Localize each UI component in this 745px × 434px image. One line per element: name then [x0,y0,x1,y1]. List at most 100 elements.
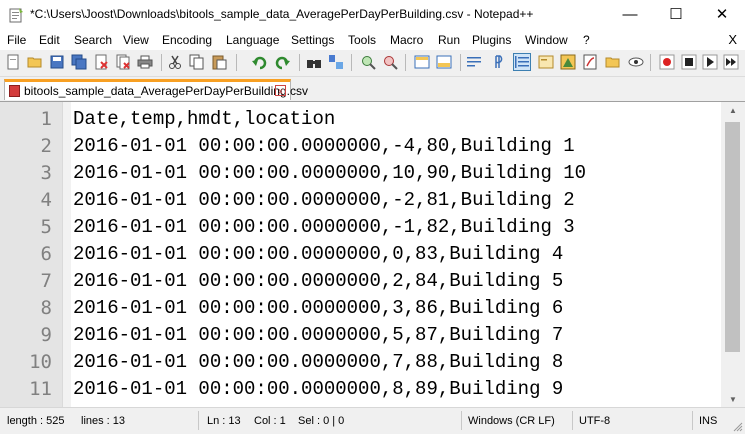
monitoring-icon[interactable] [628,54,644,70]
menu-window[interactable]: Window [525,33,568,47]
toolbar-separator [460,54,461,71]
status-separator [692,411,693,430]
unsaved-file-icon [9,85,20,97]
line-text[interactable]: Date,temp,hmdt,location [73,106,335,133]
line-number: 1 [40,108,52,130]
menu-settings[interactable]: Settings [291,33,334,47]
code-line: 5 2016-01-01 00:00:00.0000000,-1,82,Build… [0,214,720,241]
line-text[interactable]: 2016-01-01 00:00:00.0000000,0,83,Buildin… [73,241,563,268]
menu-search[interactable]: Search [74,33,112,47]
resize-grip-icon[interactable] [733,422,743,432]
close-all-icon[interactable] [115,54,131,70]
menu-run[interactable]: Run [438,33,460,47]
line-text[interactable]: 2016-01-01 00:00:00.0000000,3,86,Buildin… [73,295,563,322]
save-icon[interactable] [49,54,65,70]
replace-icon[interactable] [328,54,344,70]
new-file-icon[interactable] [5,54,21,70]
print-icon[interactable] [137,54,153,70]
sync-horizontal-icon[interactable] [436,54,452,70]
line-text[interactable]: 2016-01-01 00:00:00.0000000,2,84,Buildin… [73,268,563,295]
status-separator [198,411,199,430]
line-text[interactable]: 2016-01-01 00:00:00.0000000,-2,81,Buildi… [73,187,575,214]
indent-guide-icon[interactable] [513,53,531,71]
folder-as-workspace-icon[interactable] [605,54,621,70]
status-length: length : 525 [7,415,65,427]
run-macro-multiple-icon[interactable] [723,54,739,70]
line-text[interactable]: 2016-01-01 00:00:00.0000000,8,89,Buildin… [73,376,563,403]
code-line: 7 2016-01-01 00:00:00.0000000,2,84,Buildi… [0,268,720,295]
status-encoding[interactable]: UTF-8 [579,415,610,427]
line-number: 9 [40,324,52,346]
menu-plugins[interactable]: Plugins [472,33,511,47]
line-number: 7 [40,270,52,292]
code-line: 4 2016-01-01 00:00:00.0000000,-2,81,Build… [0,187,720,214]
line-number: 8 [40,297,52,319]
code-line: 2 2016-01-01 00:00:00.0000000,-4,80,Build… [0,133,720,160]
status-selection: Sel : 0 | 0 [298,415,345,427]
user-defined-language-icon[interactable] [538,54,554,70]
line-text[interactable]: 2016-01-01 00:00:00.0000000,7,88,Buildin… [73,349,563,376]
window-title: *C:\Users\Joost\Downloads\bitools_sample… [30,7,534,21]
status-separator [572,411,573,430]
word-wrap-icon[interactable] [466,54,482,70]
toolbar-separator [650,54,651,71]
menu-bar: File Edit Search View Encoding Language … [0,30,745,50]
line-text[interactable]: 2016-01-01 00:00:00.0000000,10,90,Buildi… [73,160,586,187]
play-macro-icon[interactable] [702,54,718,70]
scrollbar-thumb[interactable] [725,122,740,352]
toolbar [0,50,745,77]
title-bar: *C:\Users\Joost\Downloads\bitools_sample… [0,0,745,30]
menu-view[interactable]: View [123,33,149,47]
undo-icon[interactable] [251,54,267,70]
close-window-button[interactable]: ✕ [699,0,745,30]
editor-area[interactable]: 1 Date,temp,hmdt,location 2 2016-01-01 00:… [0,101,745,408]
tab-close-icon[interactable]: x [275,85,286,96]
close-document-x[interactable]: X [728,32,737,47]
line-text[interactable]: 2016-01-01 00:00:00.0000000,-4,80,Buildi… [73,133,575,160]
menu-help[interactable]: ? [583,33,590,47]
show-all-chars-icon[interactable] [489,54,505,70]
status-bar: length : 525 lines : 13 Ln : 13 Col : 1 … [0,407,745,434]
menu-macro[interactable]: Macro [390,33,423,47]
function-list-icon[interactable] [582,54,598,70]
menu-language[interactable]: Language [226,33,279,47]
tab-document[interactable]: bitools_sample_data_AveragePerDayPerBuil… [4,79,308,100]
status-eol-format[interactable]: Windows (CR LF) [468,415,555,427]
open-file-icon[interactable] [27,54,43,70]
cut-icon[interactable] [167,54,183,70]
line-number: 4 [40,189,52,211]
line-text[interactable]: 2016-01-01 00:00:00.0000000,-1,82,Buildi… [73,214,575,241]
paste-icon[interactable] [211,54,227,70]
code-lines: 1 Date,temp,hmdt,location 2 2016-01-01 00:… [0,106,720,403]
save-all-icon[interactable] [71,54,87,70]
find-icon[interactable] [306,54,322,70]
vertical-scrollbar[interactable]: ▲ ▼ [721,102,745,408]
minimize-button[interactable]: — [607,0,653,30]
menu-file[interactable]: File [7,33,26,47]
status-insert-mode[interactable]: INS [699,415,717,427]
scroll-down-arrow-icon[interactable]: ▼ [721,391,745,408]
line-number: 11 [29,378,52,400]
document-map-icon[interactable] [560,54,576,70]
line-text[interactable]: 2016-01-01 00:00:00.0000000,5,87,Buildin… [73,322,563,349]
maximize-button[interactable]: ☐ [653,0,699,30]
menu-tools[interactable]: Tools [348,33,376,47]
menu-encoding[interactable]: Encoding [162,33,212,47]
line-number: 6 [40,243,52,265]
line-number: 2 [40,135,52,157]
code-line: 8 2016-01-01 00:00:00.0000000,3,86,Buildi… [0,295,720,322]
scroll-up-arrow-icon[interactable]: ▲ [721,102,745,119]
line-number: 10 [29,351,52,373]
zoom-out-icon[interactable] [382,54,398,70]
tab-bar: bitools_sample_data_AveragePerDayPerBuil… [0,77,745,101]
close-icon[interactable] [93,54,109,70]
line-number: 3 [40,162,52,184]
code-line: 1 Date,temp,hmdt,location [0,106,720,133]
stop-record-icon[interactable] [681,54,697,70]
record-macro-icon[interactable] [659,54,675,70]
zoom-in-icon[interactable] [360,54,376,70]
redo-icon[interactable] [275,54,291,70]
menu-edit[interactable]: Edit [39,33,60,47]
copy-icon[interactable] [189,54,205,70]
sync-vertical-icon[interactable] [414,54,430,70]
